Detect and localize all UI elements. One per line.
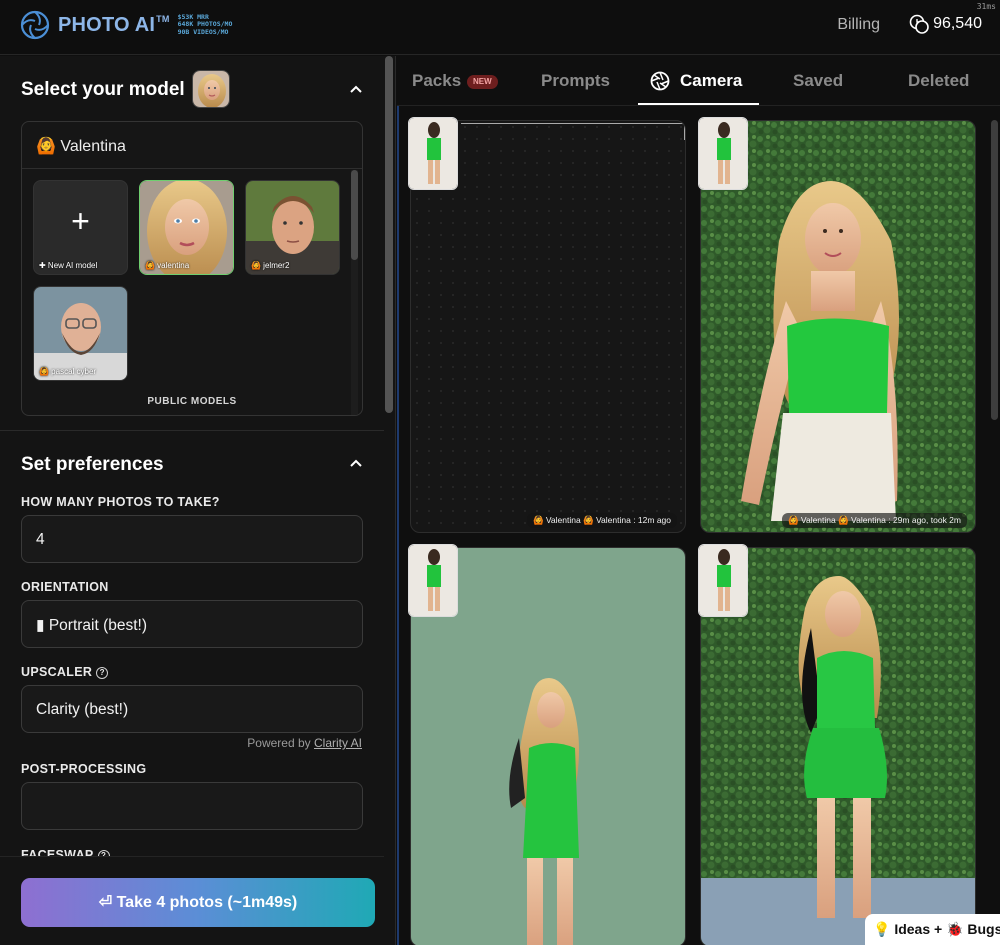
app-root: PHOTO AITM $53K MRR 648K PHOTOS/MO 90B V… <box>0 0 1000 945</box>
upscaler-label: UPSCALER? <box>21 665 109 679</box>
scrollbar-thumb[interactable] <box>351 170 358 260</box>
credits-counter[interactable]: 96,540 <box>909 14 982 34</box>
reference-thumbnail[interactable] <box>698 544 748 617</box>
aperture-logo-icon <box>20 10 50 40</box>
tab-label: Camera <box>680 71 743 90</box>
stat-videos: 90B VIDEOS/MO <box>177 27 229 36</box>
tab-saved[interactable]: Saved <box>793 71 843 91</box>
model-tile-pascal-cyber[interactable]: 🙆 pascal cyber <box>33 286 128 381</box>
photo-meta: 🙆 Valentina 🙆 Valentina : 12m ago <box>526 513 677 528</box>
new-model-tile[interactable]: + ✚ New AI model <box>33 180 128 275</box>
photo-meta: 🙆 Valentina 🙆 Valentina : 29m ago, took … <box>781 513 967 528</box>
selected-model-name[interactable]: 🙆 Valentina <box>22 122 362 169</box>
brand-name: PHOTO AITM <box>58 13 170 36</box>
selected-model-avatar <box>192 70 230 108</box>
logo[interactable]: PHOTO AITM $53K MRR 648K PHOTOS/MO 90B V… <box>20 10 232 40</box>
feedback-button[interactable]: 💡 Ideas + 🐞 Bugs <box>865 914 1000 945</box>
new-badge: NEW <box>467 75 498 89</box>
reference-thumbnail[interactable] <box>408 544 458 617</box>
main-panel: Packs NEW Prompts Camera Saved Deleted 🙆… <box>397 56 1000 945</box>
gallery-scrollbar[interactable] <box>989 120 1000 945</box>
preferences-section-title: Set preferences <box>21 454 164 475</box>
clarity-ai-link[interactable]: Clarity AI <box>314 736 362 750</box>
tab-bar: Packs NEW Prompts Camera Saved Deleted <box>397 56 1000 106</box>
tab-packs[interactable]: Packs <box>412 71 461 91</box>
tile-label: 🙆 valentina <box>145 261 190 270</box>
scrollbar-thumb[interactable] <box>991 120 998 420</box>
cta-footer: ⏎ Take 4 photos (~1m49s) <box>0 856 384 945</box>
public-models-label[interactable]: PUBLIC MODELS <box>22 396 362 407</box>
sidebar-scrollbar[interactable] <box>384 56 394 945</box>
tile-label: ✚ New AI model <box>39 261 98 270</box>
billing-link[interactable]: Billing <box>837 16 880 34</box>
model-tile-jelmer2[interactable]: 🙆 jelmer2 <box>245 180 340 275</box>
reference-thumbnail[interactable] <box>698 117 748 190</box>
scrollbar-thumb[interactable] <box>385 56 393 413</box>
model-picker: 🙆 Valentina + ✚ New AI model 🙆 valentina <box>21 121 363 416</box>
tab-deleted[interactable]: Deleted <box>908 71 969 91</box>
photos-count-input[interactable]: 4 <box>21 515 363 563</box>
powered-by-note: Powered by Clarity AI <box>247 736 362 750</box>
coins-icon <box>909 14 929 34</box>
brand-stats: $53K MRR 648K PHOTOS/MO 90B VIDEOS/MO <box>177 13 233 37</box>
tile-label: 🙆 jelmer2 <box>251 261 290 270</box>
upscaler-select[interactable]: Clarity (best!) <box>21 685 363 733</box>
top-bar: PHOTO AITM $53K MRR 648K PHOTOS/MO 90B V… <box>0 0 1000 55</box>
tile-label: 🙆 pascal cyber <box>39 367 97 376</box>
plus-icon: + <box>71 203 90 239</box>
active-tab-indicator <box>638 103 759 105</box>
model-tile-valentina[interactable]: 🙆 valentina <box>139 180 234 275</box>
post-processing-label: POST-PROCESSING <box>21 762 147 776</box>
tab-prompts[interactable]: Prompts <box>541 71 610 91</box>
info-icon[interactable]: ? <box>96 666 109 679</box>
model-list-scrollbar[interactable] <box>351 170 358 415</box>
orientation-select[interactable]: ▮ Portrait (best!) <box>21 600 363 648</box>
take-photos-button[interactable]: ⏎ Take 4 photos (~1m49s) <box>21 878 375 927</box>
photos-count-label: HOW MANY PHOTOS TO TAKE? <box>21 495 220 509</box>
reference-thumbnail[interactable] <box>408 117 458 190</box>
section-divider <box>0 430 384 431</box>
orientation-label: ORIENTATION <box>21 580 109 594</box>
perf-timer: 31ms <box>976 2 996 11</box>
credits-value: 96,540 <box>933 15 982 32</box>
model-section-title: Select your model <box>21 79 185 100</box>
collapse-chevron-icon[interactable] <box>349 84 363 94</box>
sidebar: Select your model 🙆 Valentina + ✚ New AI… <box>0 56 396 945</box>
collapse-chevron-icon[interactable] <box>349 458 363 468</box>
camera-shutter-icon <box>650 71 670 91</box>
post-processing-select[interactable] <box>21 782 363 830</box>
tab-camera[interactable]: Camera <box>650 71 742 91</box>
panel-edge <box>397 106 399 945</box>
progress-outline <box>461 123 685 140</box>
